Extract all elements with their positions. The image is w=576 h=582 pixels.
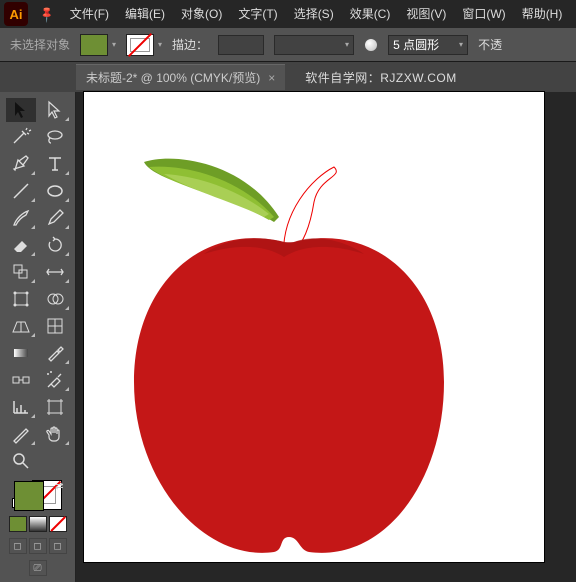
perspective-tool[interactable]: [6, 314, 36, 338]
lasso-tool[interactable]: [40, 125, 70, 149]
color-mode-solid[interactable]: [9, 516, 27, 532]
selection-tool[interactable]: [6, 98, 36, 122]
draw-normal[interactable]: ◻: [9, 538, 27, 554]
menu-effect[interactable]: 效果(C): [342, 0, 399, 28]
color-mode-row: [9, 516, 67, 532]
menu-window[interactable]: 窗口(W): [454, 0, 513, 28]
fill-dropdown-icon[interactable]: ▾: [112, 40, 116, 49]
menu-help[interactable]: 帮助(H): [514, 0, 571, 28]
menu-file[interactable]: 文件(F): [62, 0, 117, 28]
pen-tool[interactable]: [6, 152, 36, 176]
document-tab-bar: 未标题-2* @ 100% (CMYK/预览) × 软件自学网：RJZXW.CO…: [0, 62, 576, 92]
direct-selection-tool[interactable]: [40, 98, 70, 122]
opacity-label: 不透: [478, 36, 502, 53]
fill-stroke-swatch: ⇄: [14, 481, 62, 510]
stroke-style-select[interactable]: [274, 35, 354, 55]
stroke-dropdown-icon[interactable]: ▾: [158, 40, 162, 49]
width-tool[interactable]: [40, 260, 70, 284]
fill-color[interactable]: [14, 481, 44, 511]
menu-edit[interactable]: 编辑(E): [117, 0, 173, 28]
watermark-text: 软件自学网：RJZXW.COM: [305, 69, 457, 86]
magic-wand-tool[interactable]: [6, 125, 36, 149]
brush-dot-icon: [364, 38, 378, 52]
rotate-tool[interactable]: [40, 233, 70, 257]
screen-mode[interactable]: ⎚: [29, 560, 47, 576]
toolbox: ⇄ ◻ ◻ ◻ ⎚: [0, 92, 76, 582]
artboard[interactable]: [84, 92, 544, 562]
color-mode-gradient[interactable]: [29, 516, 47, 532]
menu-object[interactable]: 对象(O): [173, 0, 230, 28]
slice-tool[interactable]: [6, 422, 36, 446]
ellipse-tool[interactable]: [40, 179, 70, 203]
color-mode-none[interactable]: [49, 516, 67, 532]
eyedropper-tool[interactable]: [40, 341, 70, 365]
free-transform-tool[interactable]: [6, 287, 36, 311]
menu-type[interactable]: 文字(T): [230, 0, 285, 28]
scale-tool[interactable]: [6, 260, 36, 284]
type-tool[interactable]: [40, 152, 70, 176]
stroke-swatch[interactable]: [126, 34, 154, 56]
stroke-weight-input[interactable]: [218, 35, 264, 55]
tab-close-icon[interactable]: ×: [268, 71, 275, 85]
artwork: [84, 92, 544, 562]
empty-tool: [40, 449, 70, 473]
line-tool[interactable]: [6, 179, 36, 203]
menu-bar: Ai 📌 文件(F) 编辑(E) 对象(O) 文字(T) 选择(S) 效果(C)…: [0, 0, 576, 28]
shape-builder-tool[interactable]: [40, 287, 70, 311]
screen-mode-row: ⎚: [29, 560, 47, 576]
app-logo: Ai: [4, 2, 28, 26]
artboard-tool[interactable]: [40, 395, 70, 419]
document-tab[interactable]: 未标题-2* @ 100% (CMYK/预览) ×: [76, 64, 285, 90]
mesh-tool[interactable]: [40, 314, 70, 338]
zoom-tool[interactable]: [6, 449, 36, 473]
brush-select[interactable]: 5 点圆形: [388, 35, 468, 55]
draw-mode-row: ◻ ◻ ◻: [9, 538, 67, 554]
eraser-tool[interactable]: [6, 233, 36, 257]
canvas[interactable]: [76, 92, 576, 582]
options-bar: 未选择对象 ▾ ▾ 描边： 5 点圆形 不透: [0, 28, 576, 62]
swap-colors-icon[interactable]: ⇄: [55, 481, 63, 492]
symbol-sprayer-tool[interactable]: [40, 368, 70, 392]
draw-behind[interactable]: ◻: [29, 538, 47, 554]
blend-tool[interactable]: [6, 368, 36, 392]
paintbrush-tool[interactable]: [6, 206, 36, 230]
menu-view[interactable]: 视图(V): [398, 0, 454, 28]
draw-inside[interactable]: ◻: [49, 538, 67, 554]
pin-icon[interactable]: 📌: [37, 5, 56, 24]
pencil-tool[interactable]: [40, 206, 70, 230]
stroke-label: 描边：: [172, 36, 208, 53]
workspace: ⇄ ◻ ◻ ◻ ⎚: [0, 92, 576, 582]
tab-title: 未标题-2* @ 100% (CMYK/预览): [86, 69, 260, 86]
graph-tool[interactable]: [6, 395, 36, 419]
hand-tool[interactable]: [40, 422, 70, 446]
menu-select[interactable]: 选择(S): [286, 0, 342, 28]
fill-swatch[interactable]: [80, 34, 108, 56]
gradient-tool[interactable]: [6, 341, 36, 365]
selection-status: 未选择对象: [10, 36, 70, 53]
